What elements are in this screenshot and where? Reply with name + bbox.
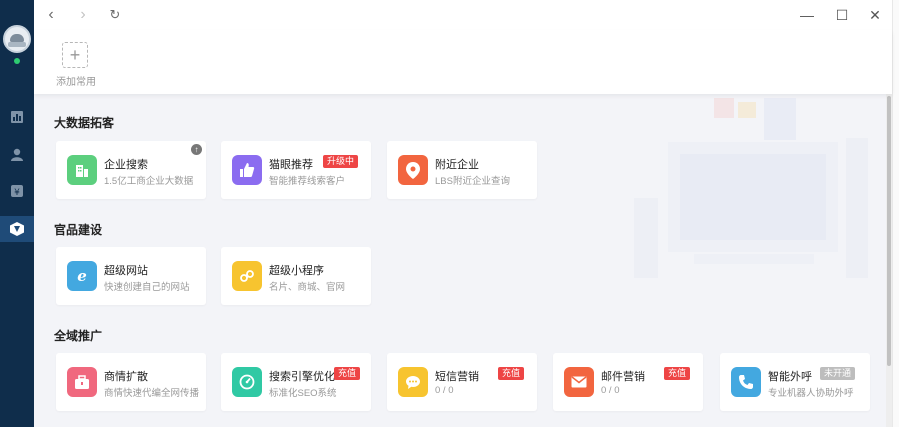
- card-nearby-enterprise[interactable]: 附近企业 LBS附近企业查询: [387, 141, 537, 199]
- briefcase-icon: [67, 367, 97, 397]
- title-bar: ‹ › ↻ — ☐ ✕: [34, 0, 892, 30]
- minimize-icon[interactable]: —: [798, 6, 816, 24]
- card-title: 超级小程序: [269, 265, 324, 277]
- refresh-icon[interactable]: ↻: [106, 6, 124, 24]
- app-window: ¥ ‹ › ↻ — ☐ ✕ + 添加常用 大数据拓客 企业搜索 1.5亿工商企业…: [0, 0, 899, 427]
- card-title: 超级网站: [104, 265, 148, 277]
- section-title-promotion: 全域推广: [54, 329, 103, 343]
- main-content: 大数据拓客 企业搜索 1.5亿工商企业大数据 ↑ 猫眼推荐 升级中 智能推荐线索…: [34, 94, 886, 427]
- card-description: 商情快速代编全网传播: [104, 388, 200, 399]
- yen-icon[interactable]: ¥: [8, 182, 26, 200]
- speedometer-icon: [232, 367, 262, 397]
- sidebar-item-tools[interactable]: [0, 216, 34, 242]
- card-sms[interactable]: 短信营销 充值 0 / 0: [387, 353, 537, 411]
- card-description: LBS附近企业查询: [435, 176, 510, 187]
- maximize-icon[interactable]: ☐: [833, 6, 851, 24]
- card-description: 0 / 0: [435, 385, 454, 396]
- online-status-dot: [14, 58, 20, 64]
- section-title-site-building: 官品建设: [54, 223, 103, 237]
- card-enterprise-search[interactable]: 企业搜索 1.5亿工商企业大数据 ↑: [56, 141, 206, 199]
- location-pin-icon: [398, 155, 428, 185]
- close-icon[interactable]: ✕: [866, 6, 884, 24]
- card-title: 附近企业: [435, 159, 479, 171]
- card-description: 名片、商城、官网: [269, 282, 346, 293]
- svg-text:¥: ¥: [14, 188, 20, 197]
- favorites-bar: + 添加常用: [34, 30, 892, 94]
- back-icon[interactable]: ‹: [42, 6, 60, 24]
- pin-icon[interactable]: ↑: [191, 144, 202, 155]
- cube-icon: [10, 222, 24, 236]
- card-seo[interactable]: 搜索引擎优化 充值 标准化SEO系统: [221, 353, 371, 411]
- card-description: 标准化SEO系统: [269, 388, 337, 399]
- status-badge: 升级中: [323, 155, 359, 168]
- decorative-illustration: [634, 98, 868, 278]
- card-description: 智能推荐线索客户: [269, 176, 346, 187]
- mail-icon: [564, 367, 594, 397]
- browser-icon: e: [67, 261, 97, 291]
- card-description: 1.5亿工商企业大数据: [104, 176, 194, 187]
- card-description: 0 / 0: [601, 385, 620, 396]
- window-edge: [892, 0, 899, 427]
- thumbs-up-icon: [232, 155, 262, 185]
- status-badge: 充值: [498, 367, 525, 380]
- card-title: 企业搜索: [104, 159, 148, 171]
- card-title: 商情扩散: [104, 371, 148, 383]
- add-favorite-button[interactable]: +: [62, 42, 88, 68]
- card-description: 专业机器人协助外呼: [768, 388, 854, 399]
- status-badge: 充值: [334, 367, 361, 380]
- card-ai-call[interactable]: 智能外呼 未开通 专业机器人协助外呼: [720, 353, 870, 411]
- chat-bubble-icon: [398, 367, 428, 397]
- section-title-big-data: 大数据拓客: [54, 116, 115, 130]
- chart-icon[interactable]: [8, 108, 26, 126]
- phone-icon: [731, 367, 761, 397]
- card-title: 搜索引擎优化: [269, 371, 335, 383]
- building-icon: [67, 155, 97, 185]
- sidebar: ¥: [0, 0, 34, 427]
- card-mini-program[interactable]: 超级小程序 名片、商城、官网: [221, 247, 371, 305]
- card-biz-expand[interactable]: 商情扩散 商情快速代编全网传播: [56, 353, 206, 411]
- card-email[interactable]: 邮件营销 充值 0 / 0: [553, 353, 703, 411]
- status-badge: 未开通: [820, 367, 856, 380]
- status-badge: 充值: [664, 367, 691, 380]
- avatar[interactable]: [3, 25, 31, 53]
- avatar-image: [3, 25, 31, 53]
- user-icon[interactable]: [8, 145, 26, 163]
- card-smart-recommend[interactable]: 猫眼推荐 升级中 智能推荐线索客户: [221, 141, 371, 199]
- card-title: 邮件营销: [601, 371, 645, 383]
- card-super-site[interactable]: e 超级网站 快速创建自己的网站: [56, 247, 206, 305]
- mini-program-icon: [232, 261, 262, 291]
- card-title: 智能外呼: [768, 371, 812, 383]
- card-title: 猫眼推荐: [269, 159, 313, 171]
- add-favorite-label: 添加常用: [56, 77, 96, 88]
- scrollbar-thumb[interactable]: [887, 96, 891, 366]
- card-description: 快速创建自己的网站: [104, 282, 190, 293]
- forward-icon[interactable]: ›: [74, 6, 92, 24]
- card-title: 短信营销: [435, 371, 479, 383]
